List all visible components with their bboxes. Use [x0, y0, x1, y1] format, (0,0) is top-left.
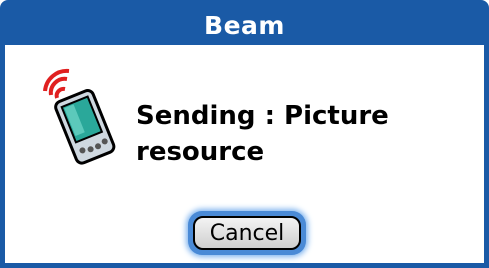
beam-handheld-icon	[43, 68, 116, 165]
dialog-title: Beam	[204, 10, 285, 40]
message-line-1: Sending : Picture	[136, 101, 389, 131]
dialog-title-bar: Beam	[5, 5, 484, 45]
message-line-2: resource	[136, 137, 265, 167]
sending-message: Sending : Picture resource	[136, 98, 456, 170]
beam-dialog: Beam Sending : Picture resource Cancel	[0, 0, 489, 268]
cancel-button-focus-ring: Cancel	[188, 211, 306, 255]
cancel-button[interactable]: Cancel	[193, 216, 301, 250]
